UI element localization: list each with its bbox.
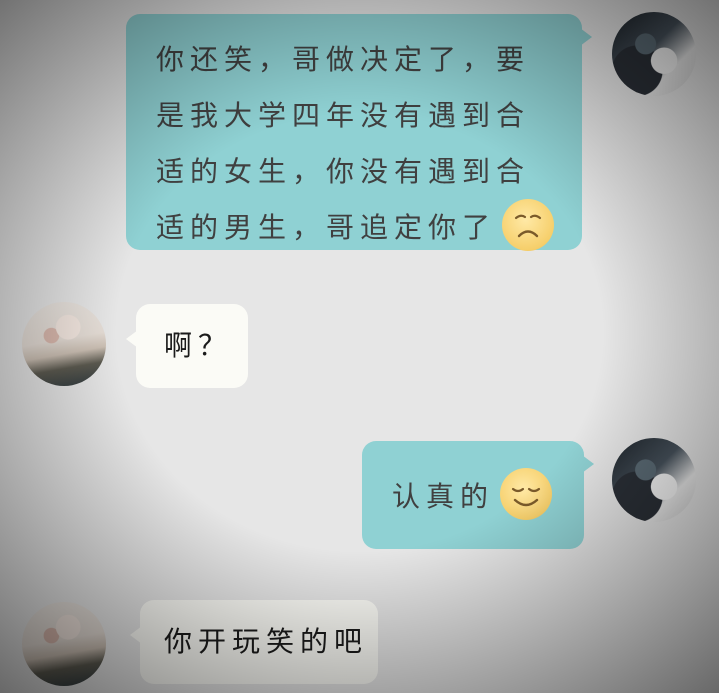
- contact-avatar[interactable]: [22, 302, 106, 386]
- message-bubble-outgoing[interactable]: 认真的: [362, 441, 594, 549]
- my-avatar[interactable]: [612, 12, 696, 96]
- message-text: 你开玩笑的吧: [164, 625, 369, 658]
- message-text: 啊？: [164, 329, 233, 362]
- contact-avatar[interactable]: [22, 602, 106, 686]
- smile-face-emoji-icon: [500, 468, 553, 520]
- my-avatar[interactable]: [612, 438, 696, 522]
- message-bubble-incoming[interactable]: 啊？: [126, 304, 248, 388]
- message-bubble-incoming[interactable]: 你开玩笑的吧: [130, 600, 378, 684]
- sad-face-emoji-icon: [502, 199, 555, 251]
- message-text: 你还笑，哥做决定了，要是我大学四年没有遇到合适的女生，你没有遇到合适的男生，哥追…: [156, 32, 556, 256]
- message-bubble-outgoing[interactable]: 你还笑，哥做决定了，要是我大学四年没有遇到合适的女生，你没有遇到合适的男生，哥追…: [126, 14, 592, 251]
- message-text: 认真的: [392, 468, 584, 525]
